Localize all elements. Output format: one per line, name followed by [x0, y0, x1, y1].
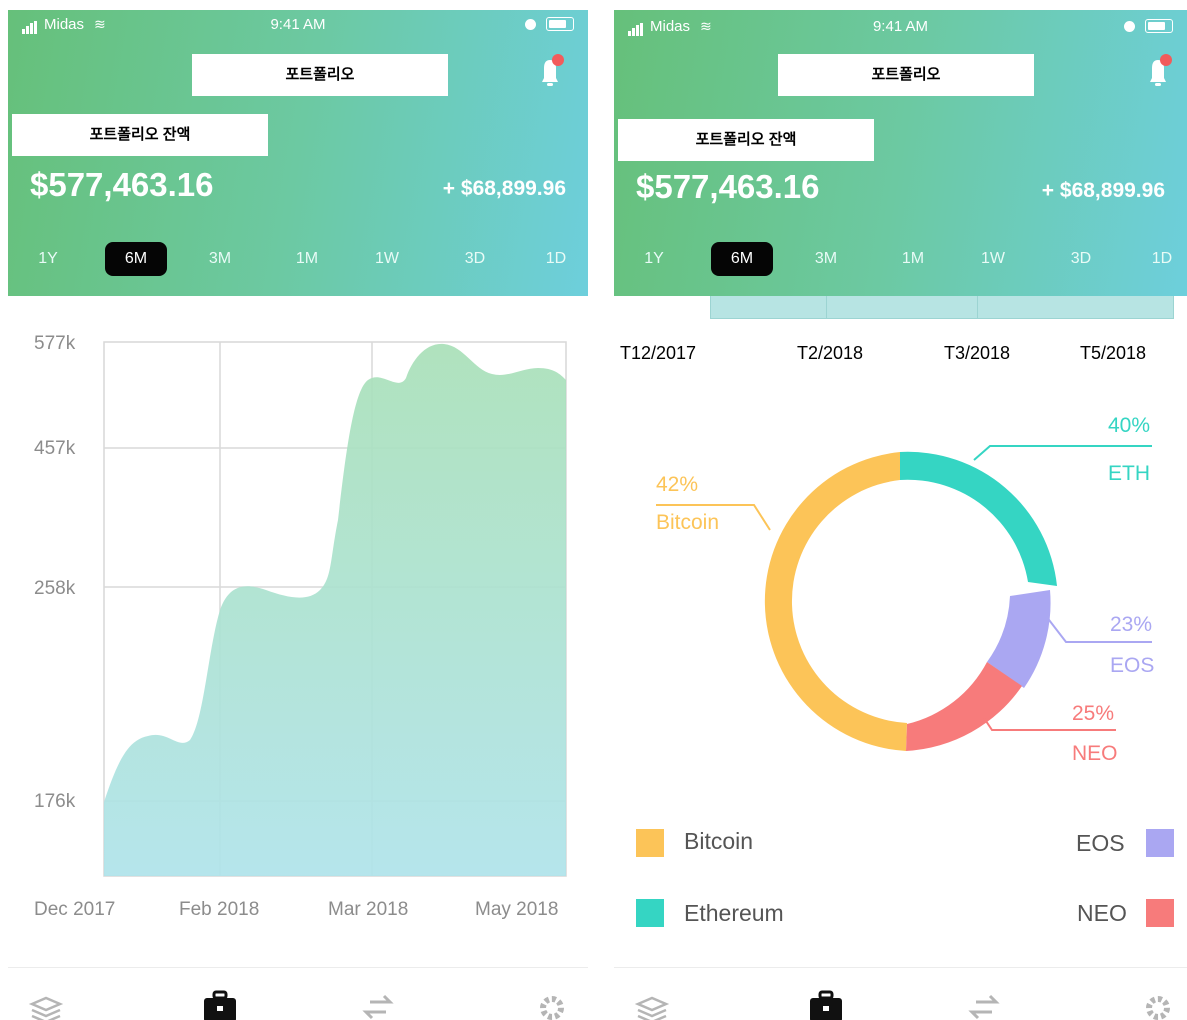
- alarm-icon: [1124, 21, 1135, 32]
- legend-swatch-ethereum: [636, 899, 664, 927]
- portfolio-area: [104, 343, 566, 876]
- status-right: [525, 16, 574, 33]
- page-title: 포트폴리오: [778, 54, 1034, 96]
- xtick-may-2018: May 2018: [475, 899, 558, 920]
- tab-bar: [8, 967, 588, 1020]
- legend-swatch-bitcoin: [636, 829, 664, 857]
- eos-label: EOS: [1110, 654, 1154, 677]
- status-right: [1124, 18, 1173, 35]
- portfolio-line-screen: Midas ≋ 9:41 AM 포트폴리오 포트폴리오 잔액 $577,463.1…: [8, 0, 588, 1020]
- range-selector: 1Y 6M 3M 1M 1W 3D 1D: [629, 242, 1177, 276]
- date-label: T5/2018: [1080, 343, 1147, 363]
- range-3m[interactable]: 3M: [189, 242, 251, 276]
- portfolio-area-chart: 577k 457k 258k 176k Dec 2017 Feb 2018 Ma…: [34, 333, 567, 920]
- portfolio-allocation-screen: Midas ≋ 9:41 AM 포트폴리오 포트폴리오 잔액 $577,463.1…: [614, 0, 1187, 1020]
- range-6m[interactable]: 6M: [711, 242, 773, 276]
- legend-neo: NEO: [1077, 900, 1127, 926]
- range-1w[interactable]: 1W: [356, 242, 418, 276]
- range-3d[interactable]: 3D: [444, 242, 506, 276]
- balance-label: 포트폴리오 잔액: [12, 114, 268, 156]
- slice-eth: [900, 451, 1057, 586]
- status-bar: Midas ≋ 9:41 AM: [628, 18, 1173, 36]
- tab-bar: [614, 967, 1187, 1020]
- eth-label: ETH: [1108, 462, 1150, 485]
- range-1m[interactable]: 1M: [276, 242, 338, 276]
- status-time: 9:41 AM: [872, 18, 929, 35]
- xtick-feb-2018: Feb 2018: [179, 899, 259, 920]
- wallet-stack-icon[interactable]: [28, 988, 64, 1020]
- ytick-258k: 258k: [34, 578, 76, 599]
- range-1d[interactable]: 1D: [1131, 242, 1187, 276]
- range-3m[interactable]: 3M: [795, 242, 857, 276]
- bitcoin-label: Bitcoin: [656, 511, 719, 534]
- range-6m[interactable]: 6M: [105, 242, 167, 276]
- neo-label: NEO: [1072, 742, 1118, 765]
- header: Midas ≋ 9:41 AM 포트폴리오 포트폴리오 잔액 $577,463.1…: [8, 10, 588, 296]
- slice-neo: [906, 662, 1022, 751]
- exchange-icon[interactable]: [966, 988, 1002, 1020]
- legend-eos: EOS: [1076, 830, 1125, 856]
- bell-icon[interactable]: [536, 52, 564, 92]
- header: Midas ≋ 9:41 AM 포트폴리오 포트폴리오 잔액 $577,463.1…: [614, 10, 1187, 296]
- bell-icon[interactable]: [1144, 52, 1172, 92]
- balance-value: $577,463.16: [30, 166, 214, 203]
- xtick-mar-2018: Mar 2018: [328, 899, 408, 920]
- exchange-icon[interactable]: [360, 988, 396, 1020]
- y-axis-ticks: 577k 457k 258k 176k: [34, 333, 76, 812]
- allocation-donut-chart: 42% Bitcoin 40% ETH 23% EOS 25% NEO: [656, 414, 1154, 765]
- ytick-457k: 457k: [34, 438, 76, 459]
- range-1m[interactable]: 1M: [882, 242, 944, 276]
- range-1y[interactable]: 1Y: [17, 242, 79, 276]
- briefcase-icon[interactable]: [808, 988, 844, 1020]
- alarm-icon: [525, 19, 536, 30]
- status-bar: Midas ≋ 9:41 AM: [22, 16, 574, 34]
- gear-icon[interactable]: [1140, 988, 1176, 1020]
- page-title: 포트폴리오: [192, 54, 448, 96]
- neo-percent: 25%: [1072, 702, 1114, 725]
- date-label: T2/2018: [797, 343, 864, 363]
- battery-icon: [546, 17, 574, 31]
- bitcoin-percent: 42%: [656, 473, 698, 496]
- legend-ethereum: Ethereum: [684, 900, 784, 926]
- range-1d[interactable]: 1D: [525, 242, 587, 276]
- legend-swatch-eos: [1146, 829, 1174, 857]
- gear-icon[interactable]: [534, 988, 570, 1020]
- legend-swatch-neo: [1146, 899, 1174, 927]
- chart-strip: [710, 296, 1174, 319]
- xtick-dec-2017: Dec 2017: [34, 899, 115, 920]
- balance-change: + $68,899.96: [442, 177, 566, 200]
- eos-percent: 23%: [1110, 613, 1152, 636]
- ytick-577k: 577k: [34, 333, 76, 354]
- range-1w[interactable]: 1W: [962, 242, 1024, 276]
- ytick-176k: 176k: [34, 791, 76, 812]
- briefcase-icon[interactable]: [202, 988, 238, 1020]
- slice-bitcoin: [764, 452, 907, 751]
- wallet-stack-icon[interactable]: [634, 988, 670, 1020]
- legend-bitcoin: Bitcoin: [684, 828, 754, 854]
- x-axis-ticks: Dec 2017 Feb 2018 Mar 2018 May 2018: [34, 899, 558, 920]
- callout-lines: [656, 445, 1152, 731]
- eth-percent: 40%: [1108, 414, 1150, 437]
- range-1y[interactable]: 1Y: [623, 242, 685, 276]
- date-label: T12/2017: [620, 343, 697, 363]
- balance-change: + $68,899.96: [1041, 179, 1165, 202]
- range-selector: 1Y 6M 3M 1M 1W 3D 1D: [23, 242, 578, 276]
- balance-value: $577,463.16: [636, 168, 820, 205]
- donut-slices: [764, 451, 1057, 751]
- balance-label: 포트폴리오 잔액: [618, 119, 874, 161]
- battery-icon: [1145, 19, 1173, 33]
- range-3d[interactable]: 3D: [1050, 242, 1112, 276]
- date-label: T3/2018: [944, 343, 1011, 363]
- status-time: 9:41 AM: [270, 16, 326, 33]
